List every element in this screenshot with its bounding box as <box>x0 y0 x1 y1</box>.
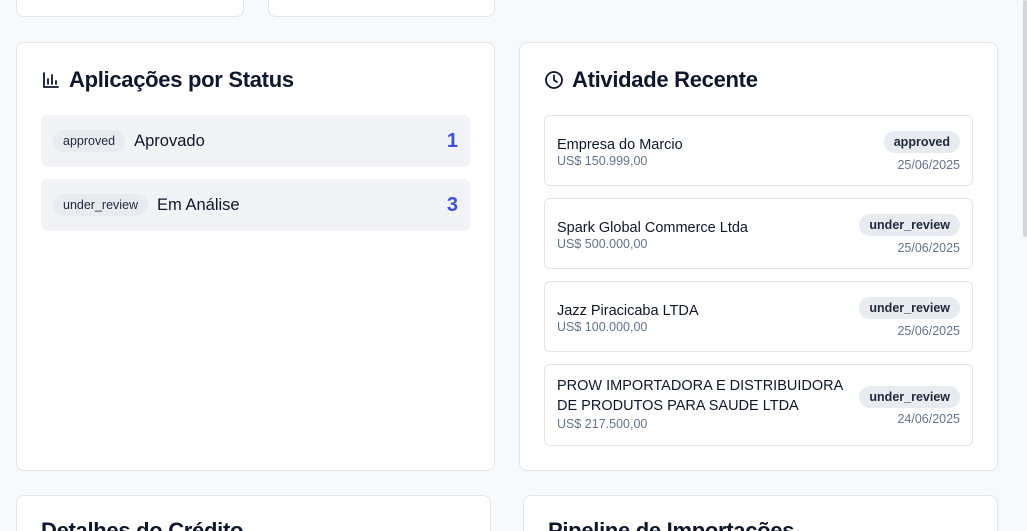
clock-icon <box>544 70 564 90</box>
status-card-title: Aplicações por Status <box>41 67 294 93</box>
activity-date: 25/06/2025 <box>897 241 960 255</box>
activity-item[interactable]: Jazz Piracicaba LTDA US$ 100.000,00 unde… <box>544 281 973 352</box>
activity-date: 25/06/2025 <box>897 324 960 338</box>
credit-amount: US$ 217.500,00 <box>557 417 648 431</box>
status-badge: approved <box>53 130 126 152</box>
company-name: PROW IMPORTADORA E DISTRIBUIDORA DE PROD… <box>557 378 843 414</box>
activity-card-title: Atividade Recente <box>544 67 758 93</box>
credit-details-card: Detalhes do Crédito <box>16 495 491 531</box>
status-label: Aprovado <box>134 131 205 150</box>
credit-amount: US$ 150.999,00 <box>557 154 648 168</box>
page-scrollbar[interactable] <box>1023 0 1027 237</box>
summary-card <box>16 0 244 17</box>
import-pipeline-card: Pipeline de Importações <box>523 495 998 531</box>
activity-item[interactable]: PROW IMPORTADORA E DISTRIBUIDORA DE PROD… <box>544 364 973 446</box>
status-badge: under_review <box>53 194 149 216</box>
status-row-under-review: under_review Em Análise 3 <box>41 179 470 231</box>
status-badge: under_review <box>859 297 960 319</box>
credit-amount: US$ 100.000,00 <box>557 320 648 334</box>
activity-card-title-text: Atividade Recente <box>572 67 758 92</box>
activity-card: Atividade Recente Empresa do Marcio US$ … <box>519 42 998 471</box>
summary-card <box>268 0 495 17</box>
status-count: 3 <box>446 193 458 216</box>
bar-chart-icon <box>41 70 61 90</box>
import-pipeline-title: Pipeline de Importações <box>548 518 795 531</box>
company-name: Empresa do Marcio <box>557 137 683 153</box>
status-count: 1 <box>446 129 458 152</box>
company-name: Jazz Piracicaba LTDA <box>557 303 699 319</box>
company-name: Spark Global Commerce Ltda <box>557 220 748 236</box>
activity-date: 25/06/2025 <box>897 158 960 172</box>
status-label: Em Análise <box>157 195 240 214</box>
status-badge: approved <box>883 131 960 153</box>
dashboard: Aplicações por Status approved Aprovado … <box>0 0 1027 531</box>
status-badge: under_review <box>859 214 960 236</box>
status-card: Aplicações por Status approved Aprovado … <box>16 42 495 471</box>
status-card-title-text: Aplicações por Status <box>69 67 294 92</box>
activity-date: 24/06/2025 <box>897 412 960 426</box>
status-row-approved: approved Aprovado 1 <box>41 115 470 167</box>
status-badge: under_review <box>859 386 960 408</box>
credit-amount: US$ 500.000,00 <box>557 237 648 251</box>
activity-item[interactable]: Empresa do Marcio US$ 150.999,00 approve… <box>544 115 973 186</box>
activity-item[interactable]: Spark Global Commerce Ltda US$ 500.000,0… <box>544 198 973 269</box>
credit-details-title: Detalhes do Crédito <box>41 518 244 531</box>
